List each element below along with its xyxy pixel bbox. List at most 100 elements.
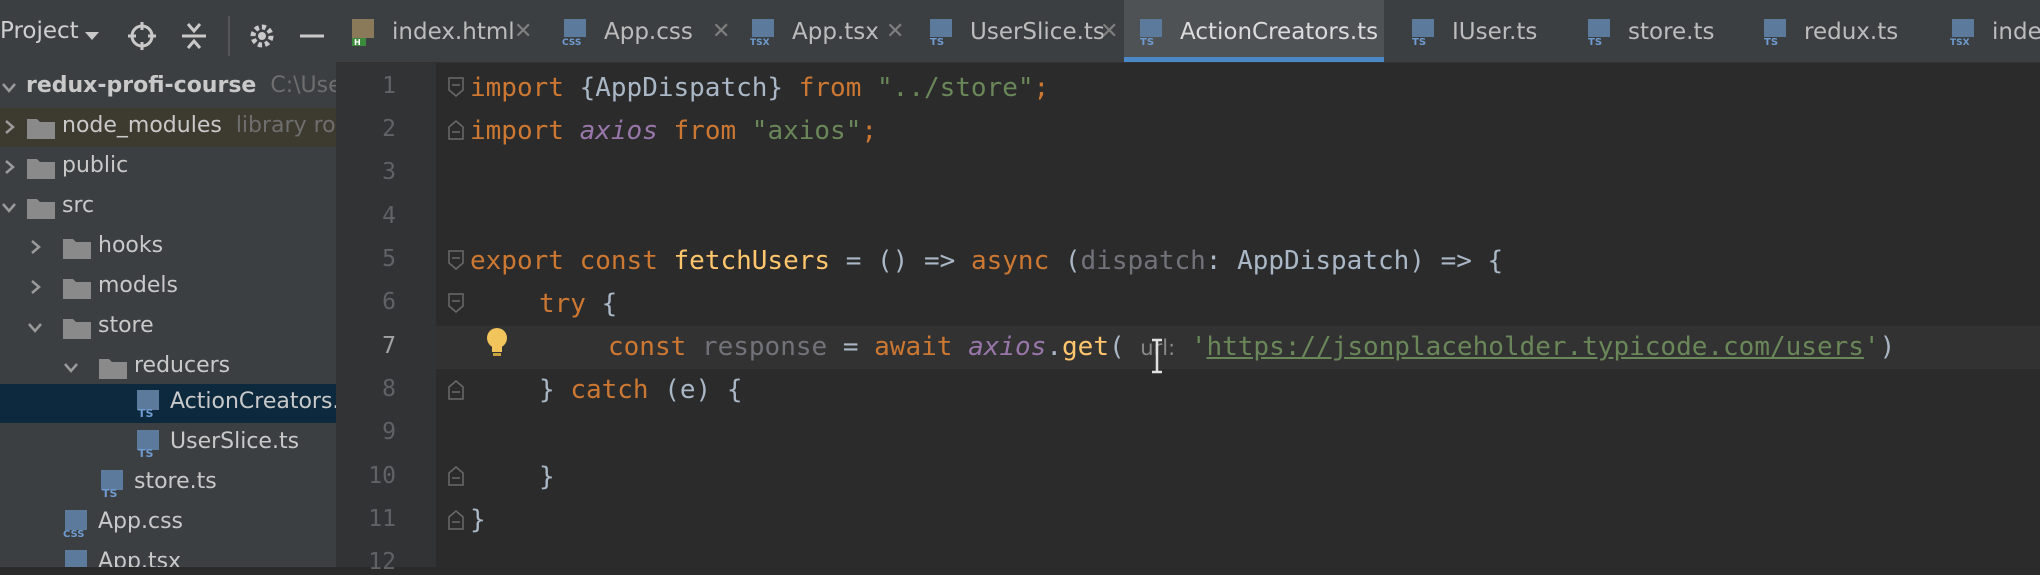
project-view-selector[interactable]: Project	[0, 18, 79, 44]
line-number: 1	[382, 73, 396, 99]
tab-userslice[interactable]: TS UserSlice.ts ✕	[914, 0, 1126, 62]
tree-item-label: models	[98, 273, 178, 298]
tree-item-reducers[interactable]: reducers	[0, 348, 336, 387]
code-editor[interactable]: import {AppDispatch} from "../store"; im…	[436, 63, 2040, 567]
chevron-down-icon[interactable]	[62, 358, 80, 376]
tree-item-label: App.tsx	[98, 549, 182, 567]
close-icon[interactable]: ✕	[712, 19, 730, 44]
chevron-right-icon[interactable]	[0, 118, 18, 136]
tree-item-app-tsx[interactable]: TSX App.tsx	[0, 544, 336, 567]
tree-item-store[interactable]: store	[0, 308, 336, 347]
chevron-down-icon[interactable]	[0, 198, 18, 216]
svg-text:TS: TS	[102, 487, 118, 499]
tab-store-ts[interactable]: TS store.ts	[1572, 0, 1728, 62]
code-token: dispatch	[1080, 246, 1206, 276]
svg-text:H: H	[354, 38, 361, 46]
code-token: response	[701, 332, 828, 362]
ts-file-icon: TS	[137, 430, 159, 459]
tree-item-actioncreators[interactable]: TS ActionCreators.t	[0, 384, 336, 423]
code-token: from	[673, 116, 737, 146]
line-number: 5	[382, 246, 396, 272]
svg-text:TS: TS	[930, 37, 944, 46]
folder-icon	[99, 359, 127, 379]
ts-file-icon: TS	[930, 19, 952, 46]
tree-item-path-hint: C:\Users	[270, 73, 336, 98]
tab-label: IUser.ts	[1452, 19, 1538, 45]
tab-index-tsx[interactable]: TSX index	[1936, 0, 2040, 62]
gear-icon[interactable]	[246, 20, 278, 52]
code-token: (	[1108, 332, 1125, 362]
tree-item-label: node_modules	[62, 113, 222, 138]
tree-item-label: hooks	[98, 233, 164, 258]
line-number-current: 7	[382, 333, 396, 359]
css-file-icon: CSS	[562, 19, 586, 46]
close-icon[interactable]: ✕	[1100, 19, 1118, 44]
svg-text:TS: TS	[138, 447, 154, 459]
editor-tab-bar: H index.html ✕ CSS App.css ✕ TSX App.tsx…	[336, 0, 2040, 63]
tab-app-css[interactable]: CSS App.css ✕	[548, 0, 736, 62]
tab-app-tsx[interactable]: TSX App.tsx ✕	[736, 0, 906, 62]
code-token: '	[1190, 332, 1207, 362]
tree-item-label: ActionCreators.t	[170, 389, 336, 414]
code-token: : AppDispatch) => {	[1205, 246, 1504, 276]
chevron-down-icon[interactable]	[0, 78, 18, 96]
close-icon[interactable]: ✕	[514, 19, 532, 44]
code-token: axios	[579, 116, 658, 146]
tree-item-src[interactable]: src	[0, 188, 336, 227]
line-number: 12	[368, 549, 396, 575]
tree-item-models[interactable]: models	[0, 268, 336, 307]
code-token: await	[874, 332, 953, 362]
toolbar-divider	[228, 16, 230, 56]
chevron-right-icon[interactable]	[26, 278, 44, 296]
tree-item-project-root[interactable]: redux-profi-course C:\Users	[0, 68, 336, 107]
line-number: 8	[382, 376, 396, 402]
tab-redux-ts[interactable]: TS redux.ts	[1748, 0, 1904, 62]
text-cursor-icon	[1152, 338, 1162, 374]
tree-item-label: public	[62, 153, 129, 178]
tree-item-store-ts[interactable]: TS store.ts	[0, 464, 336, 503]
ts-file-icon: TS	[137, 390, 159, 419]
chevron-down-icon[interactable]	[82, 26, 102, 46]
tree-item-app-css[interactable]: CSS App.css	[0, 504, 336, 543]
url-link[interactable]: https://jsonplaceholder.typicode.com/use…	[1206, 332, 1863, 362]
code-token: axios	[968, 332, 1047, 362]
code-token: try	[539, 289, 586, 319]
tab-index-html[interactable]: H index.html ✕	[336, 0, 534, 62]
chevron-down-icon[interactable]	[26, 318, 44, 336]
code-token: (	[1049, 246, 1081, 276]
locate-icon[interactable]	[126, 20, 158, 52]
code-token: import	[470, 116, 564, 146]
tab-label: ActionCreators.ts	[1180, 19, 1379, 45]
chevron-right-icon[interactable]	[0, 158, 18, 176]
code-line-2: import axios from "axios";	[470, 110, 2040, 153]
tab-label: index	[1992, 19, 2040, 45]
css-file-icon: CSS	[63, 510, 87, 539]
tree-item-userslice[interactable]: TS UserSlice.ts	[0, 424, 336, 463]
minimize-icon[interactable]	[296, 20, 328, 52]
tree-item-node-modules[interactable]: node_modules library roo	[0, 108, 336, 147]
tsx-file-icon: TSX	[65, 550, 87, 567]
tab-iuser[interactable]: TS IUser.ts	[1396, 0, 1552, 62]
close-icon[interactable]: ✕	[886, 19, 904, 44]
collapse-all-icon[interactable]	[178, 20, 210, 52]
lightbulb-icon[interactable]	[484, 327, 510, 359]
code-token: '	[1863, 332, 1880, 362]
tsx-file-icon: TSX	[1950, 19, 1974, 46]
ts-file-icon: TS	[1764, 19, 1786, 46]
code-token: ;	[861, 116, 878, 146]
code-token: catch	[570, 375, 649, 405]
line-number: 4	[382, 203, 396, 229]
line-number: 6	[382, 289, 396, 315]
tab-actioncreators[interactable]: TS ActionCreators.ts	[1124, 0, 1384, 62]
svg-text:TS: TS	[1764, 37, 1778, 46]
code-token: export	[470, 246, 564, 276]
tree-item-hooks[interactable]: hooks	[0, 228, 336, 267]
chevron-right-icon[interactable]	[26, 238, 44, 256]
code-token: }	[539, 462, 555, 492]
code-line-7: const response = await axios.get( url: '…	[436, 326, 2040, 369]
tree-item-public[interactable]: public	[0, 148, 336, 187]
